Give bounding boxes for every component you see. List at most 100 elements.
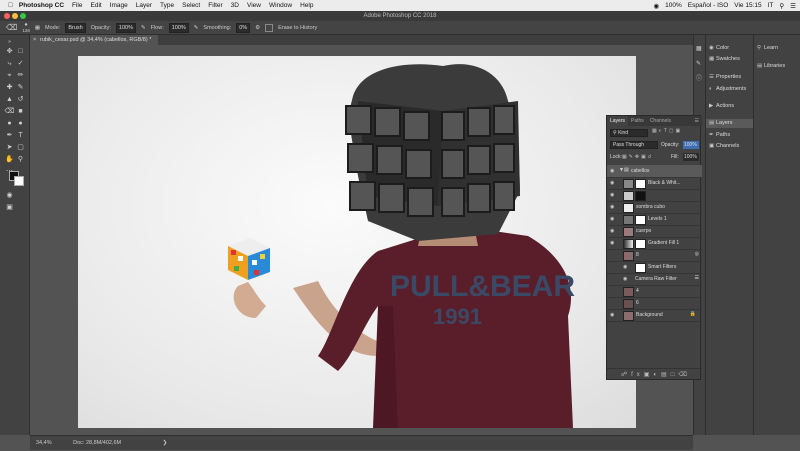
status-arrow-icon[interactable]: ❯ (163, 440, 168, 446)
opacity-field[interactable]: 100% (115, 22, 136, 33)
crop-tool-icon[interactable]: ⌖ (4, 71, 15, 81)
menu-layer[interactable]: Layer (136, 2, 152, 9)
zoom-tool-icon[interactable]: ⚲ (15, 155, 26, 165)
lasso-tool-icon[interactable]: ⤷ (4, 59, 15, 69)
filter-icons[interactable]: ▦◐T▢▣ (652, 128, 682, 134)
dock-properties[interactable]: ☰ Properties (709, 73, 741, 82)
close-tab-icon[interactable]: × (33, 35, 36, 45)
tab-channels[interactable]: Channels (647, 116, 674, 126)
locale-indicator[interactable]: IT (768, 2, 774, 9)
mode-select[interactable]: Brush (65, 22, 86, 33)
brush-tool-icon[interactable]: ✎ (15, 83, 26, 93)
layer-opacity-field[interactable]: 100% (683, 141, 699, 149)
type-tool-icon[interactable]: T (15, 131, 26, 141)
flow-field[interactable]: 100% (168, 22, 189, 33)
panel-menu-icon[interactable]: ☰ (692, 116, 702, 126)
brush-preset-picker[interactable]: ● 126 (22, 22, 30, 33)
dock-color[interactable]: ◉ Color (709, 44, 729, 53)
eye-icon[interactable]: ◉ (610, 216, 614, 222)
hand-tool-icon[interactable]: ✋ (4, 155, 15, 165)
quick-mask-icon[interactable]: ◉ (4, 191, 15, 201)
eye-icon[interactable]: ◉ (623, 264, 627, 270)
eye-icon[interactable]: ◉ (610, 240, 614, 246)
lock-icon[interactable]: 🔒 (690, 311, 696, 317)
layer-filter-select[interactable]: ⚲ Kind (610, 129, 648, 137)
document-tab[interactable]: × rubik_cesar.psd @ 34,4% (cabellos, RGB… (30, 35, 158, 45)
smoothing-field[interactable]: 0% (236, 22, 251, 33)
dock-channels[interactable]: ▣ Channels (709, 142, 739, 151)
eye-icon[interactable]: ◉ (610, 180, 614, 186)
dock-libraries[interactable]: ▤ Libraries (757, 62, 785, 71)
menu-edit[interactable]: Edit (91, 2, 102, 9)
trash-icon[interactable]: ⌫ (678, 372, 690, 378)
blend-mode-select[interactable]: Pass Through (610, 141, 658, 149)
add-mask-icon[interactable]: ▣ (644, 372, 654, 378)
layer-fill-field[interactable]: 100% (683, 153, 699, 161)
menu-file[interactable]: File (72, 2, 82, 9)
apple-icon[interactable]:  (8, 2, 13, 9)
gear-icon[interactable]: ⚙ (255, 25, 260, 31)
marquee-tool-icon[interactable]: □ (15, 47, 26, 57)
minimize-window-button[interactable] (12, 13, 18, 19)
dock-actions[interactable]: ▶ Actions (709, 102, 734, 111)
pressure-opacity-icon[interactable]: ✎ (141, 25, 146, 31)
close-window-button[interactable] (4, 13, 10, 19)
gradient-tool-icon[interactable]: ■ (15, 107, 26, 117)
fx-icon[interactable]: fx (631, 372, 644, 378)
battery-level[interactable]: 100% (665, 2, 682, 9)
new-group-icon[interactable]: ▤ (661, 372, 671, 378)
eye-icon[interactable]: ◉ (610, 192, 614, 198)
eye-icon[interactable]: ◉ (610, 168, 614, 174)
tab-paths[interactable]: Paths (628, 116, 647, 126)
shape-tool-icon[interactable]: ▢ (15, 143, 26, 153)
clock[interactable]: Vie 15:15 (734, 2, 761, 9)
eyedropper-tool-icon[interactable]: ✏ (15, 71, 26, 81)
menu-filter[interactable]: Filter (208, 2, 222, 9)
menu-view[interactable]: View (247, 2, 261, 9)
input-language[interactable]: Español - ISO (688, 2, 728, 9)
eye-icon[interactable]: ◉ (610, 204, 614, 210)
history-brush-tool-icon[interactable]: ↺ (15, 95, 26, 105)
collapse-toolbar-icon[interactable]: » (4, 37, 15, 47)
erase-history-checkbox[interactable] (265, 23, 274, 32)
document-canvas[interactable]: PULL&BEAR 1991 (78, 56, 636, 428)
airbrush-icon[interactable]: ✎ (194, 25, 199, 31)
eye-icon[interactable]: ◉ (610, 228, 614, 234)
wifi-icon[interactable]: ◉ (654, 2, 660, 10)
menu-3d[interactable]: 3D (231, 2, 239, 9)
info-icon[interactable]: ⓘ (696, 73, 702, 82)
dock-learn[interactable]: ⚲ Learn (757, 44, 778, 53)
dock-swatches[interactable]: ▦ Swatches (709, 55, 740, 64)
filter-options-icon[interactable]: ☰ (695, 275, 699, 281)
eye-icon[interactable]: ◉ (623, 276, 627, 282)
menu-window[interactable]: Window (269, 2, 292, 9)
search-icon[interactable]: ⚲ (779, 2, 784, 10)
menu-app-name[interactable]: Photoshop CC (19, 2, 64, 9)
menu-help[interactable]: Help (300, 2, 313, 9)
eye-icon[interactable]: ◉ (610, 312, 614, 318)
pen-tool-icon[interactable]: ✒ (4, 131, 15, 141)
eraser-tool-icon[interactable]: ⌫ (6, 23, 17, 32)
move-tool-icon[interactable]: ✥ (4, 47, 15, 57)
brush-panel-icon[interactable]: ✎ (696, 60, 701, 67)
brush-settings-icon[interactable]: ▦ (35, 25, 40, 31)
quick-select-tool-icon[interactable]: ✓ (15, 59, 26, 69)
background-color-swatch[interactable] (14, 176, 24, 186)
menu-select[interactable]: Select (182, 2, 200, 9)
dock-adjustments[interactable]: ◐ Adjustments (709, 85, 746, 94)
blur-tool-icon[interactable]: ● (4, 119, 15, 129)
eraser-tool-button-icon[interactable]: ⌫ (4, 107, 15, 117)
dodge-tool-icon[interactable]: ● (15, 119, 26, 129)
stamp-tool-icon[interactable]: ▲ (4, 95, 15, 105)
zoom-level[interactable]: 34,4% (36, 440, 52, 446)
menu-image[interactable]: Image (110, 2, 128, 9)
adjustment-layer-icon[interactable]: ◐ (653, 372, 661, 378)
menu-list-icon[interactable]: ☰ (790, 2, 796, 10)
healing-tool-icon[interactable]: ✚ (4, 83, 15, 93)
dock-layers[interactable]: ▤ Layers (706, 119, 757, 128)
zoom-window-button[interactable] (20, 13, 26, 19)
lock-icons[interactable]: ▦✎✥▣☌ (622, 153, 653, 161)
dock-paths[interactable]: ✒ Paths (709, 131, 730, 140)
tab-layers[interactable]: Layers (607, 116, 629, 126)
menu-type[interactable]: Type (160, 2, 174, 9)
